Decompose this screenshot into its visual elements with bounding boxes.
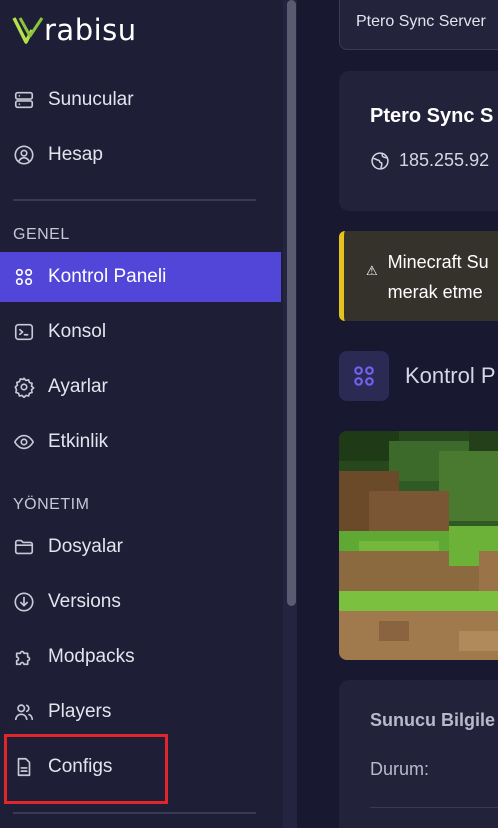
section-label-genel: GENEL [13,226,70,243]
warning-line: merak etme [387,282,483,302]
server-ip: 185.255.92 [399,150,490,170]
sidebar-item-label: Konsol [48,321,107,342]
sidebar-item-hesap[interactable]: Hesap [0,130,281,180]
sidebar-item-versions[interactable]: Versions [0,577,281,627]
server-info-card: Sunucu Bilgile Durum: [339,680,498,828]
sidebar-item-label: Hesap [48,144,103,165]
sidebar-item-kontrol-paneli[interactable]: Kontrol Paneli [0,252,281,302]
sidebar-item-dosyalar[interactable]: Dosyalar [0,522,281,572]
sidebar-item-label: Modpacks [48,646,135,667]
gear-icon [12,375,36,399]
sidebar-item-label: Sunucular [48,89,134,110]
terminal-icon [12,320,36,344]
puzzle-icon [12,645,36,669]
section-label-yonetim: YÖNETIM [13,496,90,513]
server-name: Ptero Sync S [370,105,494,127]
server-icon [12,88,36,112]
sidebar-item-label: Versions [48,591,121,612]
status-label: Durum: [370,759,430,779]
sidebar-item-modpacks[interactable]: Modpacks [0,632,281,682]
configs-highlight-box [4,734,168,804]
eye-icon [12,430,36,454]
panel-header: Kontrol P [339,351,496,401]
server-card: Ptero Sync S 185.255.92 [339,71,498,211]
sidebar-item-label: Etkinlik [48,431,109,452]
globe-icon [371,151,389,170]
logo-mark-icon [12,17,44,44]
warning-icon: ⚠ [366,263,378,278]
dashboard-icon [339,351,389,401]
sidebar: rabisu Sunucular Hesap GENEL Kontrol Pan… [0,0,283,828]
sidebar-item-konsol[interactable]: Konsol [0,307,281,357]
sidebar-item-players[interactable]: Players [0,687,281,737]
sidebar-item-label: Kontrol Paneli [48,266,167,287]
warning-alert: ⚠ Minecraft Su merak etme [339,231,498,321]
sidebar-item-etkinlik[interactable]: Etkinlik [0,417,281,467]
sidebar-item-label: Ayarlar [48,376,108,397]
info-divider [370,807,498,808]
sidebar-scrollbar-thumb[interactable] [287,0,296,606]
warning-line: Minecraft Su [387,252,489,272]
sidebar-item-sunucular[interactable]: Sunucular [0,75,281,125]
info-card-title: Sunucu Bilgile [370,710,496,730]
user-circle-icon [12,143,36,167]
users-icon [12,700,36,724]
server-selector[interactable]: Ptero Sync Server [339,0,498,50]
sidebar-item-label: Players [48,701,112,722]
main-content: Ptero Sync Server Ptero Sync S 185.255.9… [297,0,498,828]
download-circle-icon [12,590,36,614]
dashboard-icon [12,265,36,289]
brand-logo[interactable]: rabisu [12,12,152,48]
sidebar-item-ayarlar[interactable]: Ayarlar [0,362,281,412]
server-ip-row: 185.255.92 [370,150,498,171]
sidebar-item-label: Dosyalar [48,536,123,557]
logo-text: rabisu [44,13,137,47]
panel-title: Kontrol P [405,363,496,388]
minecraft-banner-image [339,431,498,660]
sidebar-divider [13,812,256,814]
sidebar-divider [13,199,256,201]
folder-icon [12,535,36,559]
